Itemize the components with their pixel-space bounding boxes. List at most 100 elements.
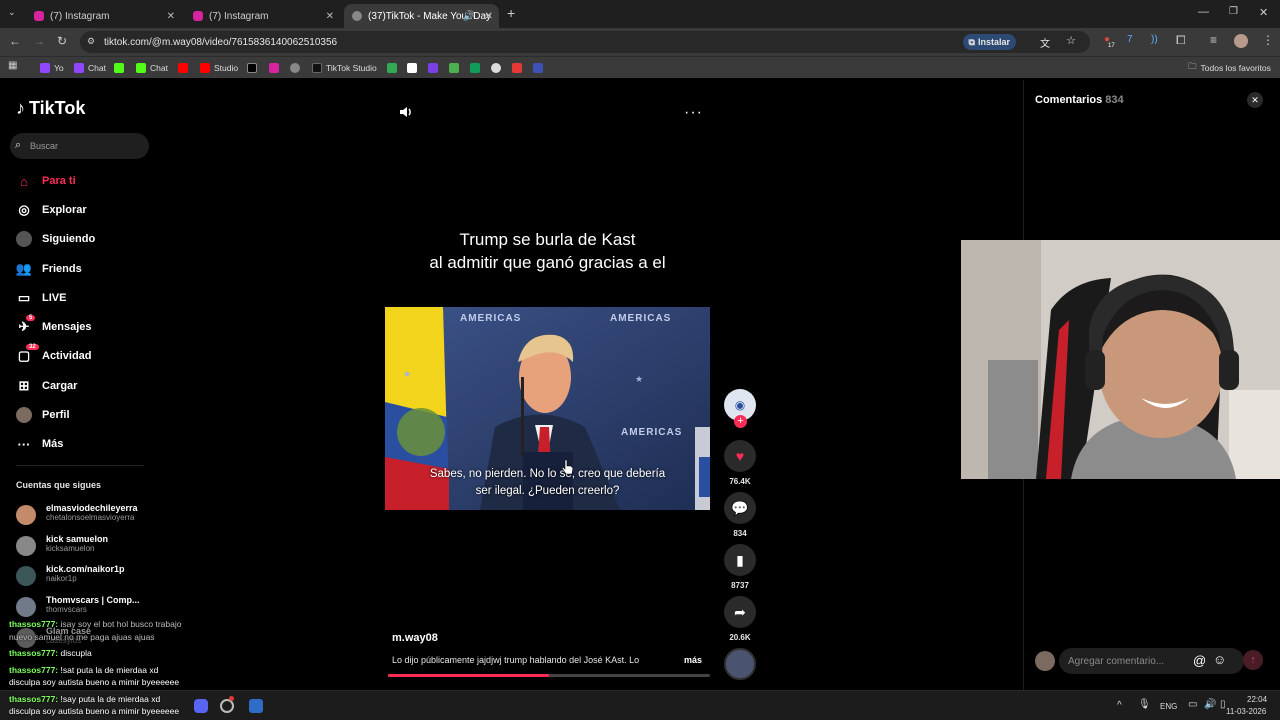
- new-tab-icon[interactable]: +: [507, 5, 515, 21]
- close-tab-icon[interactable]: ✕: [326, 11, 334, 22]
- bookmark-site[interactable]: [533, 61, 547, 75]
- following-account[interactable]: kick.com/naikor1p naikor1p: [16, 564, 125, 586]
- tab-search-icon[interactable]: ⌄: [8, 7, 16, 18]
- close-tab-icon[interactable]: ✕: [167, 11, 175, 22]
- emoji-icon[interactable]: ☺: [1213, 652, 1226, 667]
- comment-button[interactable]: 💬 834: [724, 492, 756, 538]
- bookmarks-bar: ▦ Yo Chat Chat Studio TikTok Studio 🗀 Tod…: [0, 56, 1280, 78]
- site-info-icon[interactable]: ⚙: [87, 36, 95, 47]
- apps-grid-icon[interactable]: ▦: [8, 60, 17, 71]
- bookmark-site[interactable]: [407, 61, 421, 75]
- window-close-icon[interactable]: ✕: [1259, 6, 1268, 19]
- app-icon: [512, 63, 522, 73]
- bookmark-kick[interactable]: [114, 61, 128, 75]
- backdrop-text: AMERICAS: [460, 313, 522, 324]
- network-icon[interactable]: ▭: [1188, 699, 1197, 710]
- send-comment-button[interactable]: ↑: [1243, 650, 1263, 670]
- title-line: Trump se burla de Kast: [459, 230, 636, 249]
- bookmark-studio[interactable]: Studio: [200, 61, 238, 75]
- messages-badge: 5: [26, 315, 36, 321]
- nav-actividad[interactable]: ▢ 32 Actividad: [16, 344, 92, 366]
- nav-mas[interactable]: ··· Más: [16, 434, 64, 454]
- nav-label: Perfil: [42, 409, 70, 421]
- nav-explorar[interactable]: ◎ Explorar: [16, 200, 86, 220]
- bookmark-site[interactable]: [290, 61, 304, 75]
- address-bar[interactable]: ⚙ tiktok.com/@m.way08/video/761583614006…: [80, 31, 1090, 53]
- extension-icon[interactable]: )): [1151, 34, 1158, 45]
- search-input[interactable]: ⌕ Buscar: [10, 133, 149, 159]
- share-button[interactable]: ➦ 20.6K: [724, 596, 756, 642]
- minimize-icon[interactable]: —: [1198, 6, 1209, 18]
- nav-cargar[interactable]: ⊞ Cargar: [16, 376, 78, 396]
- bookmark-drive[interactable]: [387, 61, 401, 75]
- tab-tiktok[interactable]: (37)TikTok - Make Your Day 🔊 ✕: [344, 4, 499, 28]
- discord-icon[interactable]: [194, 699, 208, 713]
- microphone-icon[interactable]: 🎙: [1138, 699, 1151, 710]
- creator-avatar-button[interactable]: ◉ +: [724, 389, 756, 428]
- nav-mensajes[interactable]: ✈ 5 Mensajes: [16, 315, 92, 337]
- bookmark-x[interactable]: [247, 61, 261, 75]
- restore-icon[interactable]: ❐: [1229, 6, 1238, 17]
- close-tab-icon[interactable]: ✕: [485, 11, 493, 22]
- bookmark-tiktok-studio[interactable]: TikTok Studio: [312, 61, 377, 75]
- language-indicator[interactable]: ENG: [1160, 702, 1177, 711]
- all-bookmarks-button[interactable]: 🗀 Todos los favoritos: [1188, 61, 1271, 75]
- bookmark-sheets[interactable]: [470, 61, 484, 75]
- video-more-button[interactable]: ···: [684, 104, 703, 122]
- extension-icon[interactable]: 7: [1127, 34, 1133, 45]
- menu-kebab-icon[interactable]: ⋮: [1262, 33, 1274, 47]
- nav-friends[interactable]: 👥 Friends: [16, 259, 82, 279]
- video-author[interactable]: m.way08: [392, 632, 438, 644]
- tab-instagram-2[interactable]: (7) Instagram ✕: [185, 4, 340, 28]
- media-controls-icon[interactable]: ≡: [1210, 33, 1217, 47]
- obs-icon[interactable]: [220, 699, 234, 713]
- bookmark-yo[interactable]: Yo: [40, 61, 64, 75]
- backdrop-text: AMERICAS: [621, 427, 683, 438]
- following-account[interactable]: kick samuelon kicksamuelon: [16, 534, 108, 556]
- volume-icon[interactable]: 🔊: [1204, 699, 1216, 710]
- bookmark-site[interactable]: [428, 61, 442, 75]
- nav-perfil[interactable]: Perfil: [16, 405, 70, 425]
- tiktok-logo[interactable]: ♪ TikTok: [16, 98, 85, 119]
- back-icon[interactable]: ←: [9, 34, 21, 48]
- bookmark-star-icon[interactable]: ☆: [1066, 34, 1076, 47]
- follow-plus-icon[interactable]: +: [734, 415, 747, 428]
- profile-avatar[interactable]: [1234, 34, 1248, 48]
- extensions-puzzle-icon[interactable]: ⧠: [1176, 33, 1186, 48]
- following-account[interactable]: elmasviodechileyerra chetalonsoelmasvioye…: [16, 503, 138, 525]
- bookmark-site[interactable]: [449, 61, 463, 75]
- forward-icon[interactable]: →: [33, 34, 45, 48]
- nav-live[interactable]: ▭ LIVE: [16, 288, 67, 308]
- nav-para-ti[interactable]: ⌂ Para ti: [16, 171, 76, 191]
- app-icon[interactable]: [249, 699, 263, 713]
- mention-icon[interactable]: @: [1193, 653, 1206, 668]
- chat-message: thassos777: isay soy el bot hol busco tr…: [9, 619, 181, 629]
- sound-disc-button[interactable]: [724, 648, 756, 680]
- bookmark-chat-kick[interactable]: Chat: [136, 61, 168, 75]
- video-progress-bar[interactable]: [388, 674, 710, 677]
- volume-button[interactable]: [398, 104, 414, 125]
- like-button[interactable]: ♥ 76.4K: [724, 440, 756, 486]
- translate-icon[interactable]: 文: [1040, 35, 1050, 50]
- video-player[interactable]: ★ ★ AMERICAS AMERICAS AMERICAS Sabes, no…: [385, 307, 710, 510]
- upload-icon: ⊞: [18, 378, 30, 393]
- tray-overflow-icon[interactable]: ^: [1117, 700, 1122, 711]
- bookmark-youtube[interactable]: [178, 61, 192, 75]
- install-button[interactable]: ⧉ Instalar: [962, 34, 1016, 50]
- reload-icon[interactable]: ↻: [57, 34, 67, 48]
- tab-audio-icon[interactable]: 🔊: [463, 11, 475, 22]
- clock-date[interactable]: 11-03-2026: [1226, 707, 1266, 716]
- bookmark-chat-twitch[interactable]: Chat: [74, 61, 106, 75]
- close-icon: ✕: [1251, 94, 1259, 105]
- tab-instagram-1[interactable]: (7) Instagram ✕: [26, 4, 181, 28]
- caption-more-link[interactable]: más: [684, 655, 702, 665]
- save-button[interactable]: ▮ 8737: [724, 544, 756, 590]
- bookmark-site[interactable]: [491, 61, 505, 75]
- following-account[interactable]: Thomvscars | Comp... thomvscars: [16, 595, 140, 617]
- clock-time[interactable]: 22:04: [1247, 695, 1267, 704]
- close-comments-button[interactable]: ✕: [1247, 92, 1263, 108]
- nav-siguiendo[interactable]: Siguiendo: [16, 229, 95, 249]
- bookmark-site[interactable]: [512, 61, 526, 75]
- bookmark-instagram[interactable]: [269, 61, 283, 75]
- battery-icon[interactable]: ▯: [1220, 699, 1226, 710]
